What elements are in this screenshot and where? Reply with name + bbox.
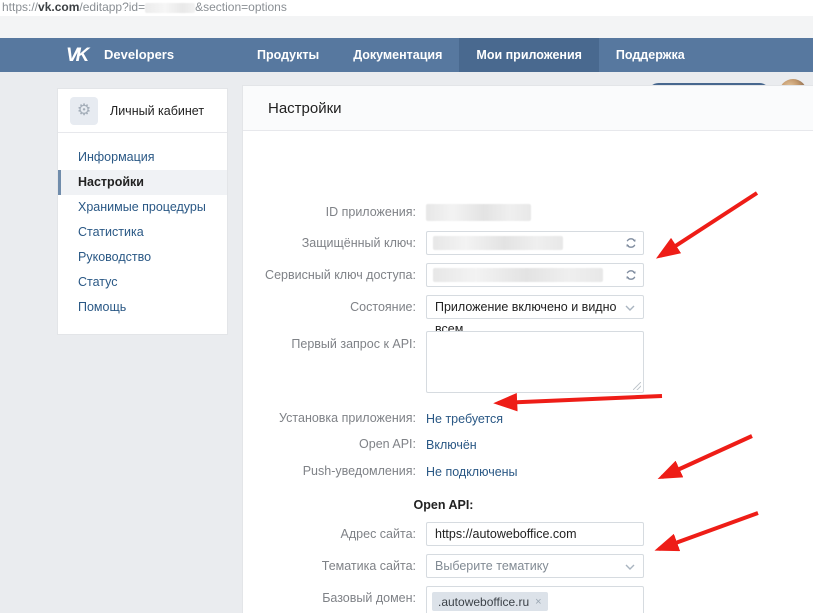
row-app-id: ID приложения: bbox=[243, 200, 644, 224]
row-state: Состояние: Приложение включено и видно в… bbox=[243, 295, 644, 319]
service-key-label: Сервисный ключ доступа: bbox=[243, 263, 416, 287]
browser-chrome-strip bbox=[0, 16, 813, 38]
app-id-redacted-value bbox=[426, 204, 531, 221]
sidebar-item-settings[interactable]: Настройки bbox=[58, 170, 227, 195]
sidebar-menu: Информация Настройки Хранимые процедуры … bbox=[58, 133, 227, 334]
url-path: /editapp?id= bbox=[79, 0, 145, 14]
url-suffix: &section=options bbox=[195, 0, 287, 14]
sidebar-item-guide[interactable]: Руководство bbox=[58, 245, 227, 270]
base-domain-tag: .autoweboffice.ru × bbox=[432, 592, 548, 611]
secure-key-input[interactable] bbox=[426, 231, 644, 255]
gear-icon: ⚙ bbox=[70, 97, 98, 125]
resize-grip[interactable] bbox=[633, 382, 641, 390]
sidebar-title: Личный кабинет bbox=[110, 104, 204, 118]
browser-url-bar[interactable]: https://vk.com/editapp?id= &section=optio… bbox=[0, 0, 813, 16]
app-id-label: ID приложения: bbox=[243, 200, 416, 224]
open-api-section-heading: Open API: bbox=[243, 498, 644, 512]
refresh-icon[interactable] bbox=[624, 236, 638, 250]
row-install: Установка приложения: Не требуется bbox=[243, 410, 644, 428]
nav-item-products[interactable]: Продукты bbox=[240, 38, 336, 72]
first-api-request-label: Первый запрос к API: bbox=[243, 327, 416, 393]
row-site-address: Адрес сайта: bbox=[243, 522, 644, 546]
url-redacted-id bbox=[145, 3, 195, 13]
top-navbar: VK Developers Продукты Документация Мои … bbox=[0, 38, 813, 72]
brand-developers[interactable]: Developers bbox=[104, 38, 174, 72]
state-select[interactable]: Приложение включено и видно всем bbox=[426, 295, 644, 319]
open-api-value-link[interactable]: Включён bbox=[426, 438, 477, 452]
state-label: Состояние: bbox=[243, 295, 416, 319]
chevron-down-icon bbox=[625, 564, 635, 570]
refresh-icon[interactable] bbox=[624, 268, 638, 282]
open-api-label: Open API: bbox=[243, 436, 416, 454]
base-domain-tag-text: .autoweboffice.ru bbox=[438, 595, 529, 609]
base-domain-label: Базовый домен: bbox=[243, 586, 416, 613]
nav-item-support[interactable]: Поддержка bbox=[599, 38, 702, 72]
secure-key-redacted-value bbox=[433, 236, 563, 250]
chevron-down-icon bbox=[625, 305, 635, 311]
row-base-domain: Базовый домен: .autoweboffice.ru × bbox=[243, 586, 644, 613]
page-title: Настройки bbox=[243, 86, 813, 131]
service-key-redacted-value bbox=[433, 268, 603, 282]
row-site-theme: Тематика сайта: Выберите тематику bbox=[243, 554, 644, 578]
site-address-input[interactable] bbox=[426, 522, 644, 546]
install-label: Установка приложения: bbox=[243, 410, 416, 428]
url-scheme: https:// bbox=[2, 0, 38, 14]
site-theme-select-value: Выберите тематику bbox=[435, 559, 549, 573]
push-label: Push-уведомления: bbox=[243, 463, 416, 481]
vk-logo[interactable]: VK bbox=[66, 45, 96, 65]
row-push: Push-уведомления: Не подключены bbox=[243, 463, 644, 481]
sidebar: ⚙ Личный кабинет Информация Настройки Хр… bbox=[57, 88, 228, 335]
sidebar-item-help[interactable]: Помощь bbox=[58, 295, 227, 320]
remove-tag-icon[interactable]: × bbox=[535, 596, 541, 608]
service-key-input[interactable] bbox=[426, 263, 644, 287]
sidebar-item-statistics[interactable]: Статистика bbox=[58, 220, 227, 245]
nav-item-documentation[interactable]: Документация bbox=[336, 38, 459, 72]
base-domain-tagbox[interactable]: .autoweboffice.ru × bbox=[426, 586, 644, 613]
site-theme-label: Тематика сайта: bbox=[243, 554, 416, 578]
install-value-link[interactable]: Не требуется bbox=[426, 412, 503, 426]
settings-panel: Настройки ID приложения: Защищённый ключ… bbox=[242, 85, 813, 613]
push-value-link[interactable]: Не подключены bbox=[426, 465, 518, 479]
sidebar-item-information[interactable]: Информация bbox=[58, 145, 227, 170]
row-first-api-request: Первый запрос к API: bbox=[243, 327, 644, 393]
sidebar-header: ⚙ Личный кабинет bbox=[58, 89, 227, 133]
url-host: vk.com bbox=[38, 0, 79, 14]
row-service-key: Сервисный ключ доступа: bbox=[243, 263, 644, 287]
sidebar-item-stored-procedures[interactable]: Хранимые процедуры bbox=[58, 195, 227, 220]
first-api-request-textarea[interactable] bbox=[426, 331, 644, 393]
site-address-label: Адрес сайта: bbox=[243, 522, 416, 546]
row-secure-key: Защищённый ключ: bbox=[243, 231, 644, 255]
secure-key-label: Защищённый ключ: bbox=[243, 231, 416, 255]
sidebar-item-status[interactable]: Статус bbox=[58, 270, 227, 295]
nav-menu: Продукты Документация Мои приложения Под… bbox=[240, 38, 702, 72]
nav-item-my-apps[interactable]: Мои приложения bbox=[459, 38, 599, 72]
site-theme-select[interactable]: Выберите тематику bbox=[426, 554, 644, 578]
row-open-api: Open API: Включён bbox=[243, 436, 644, 454]
